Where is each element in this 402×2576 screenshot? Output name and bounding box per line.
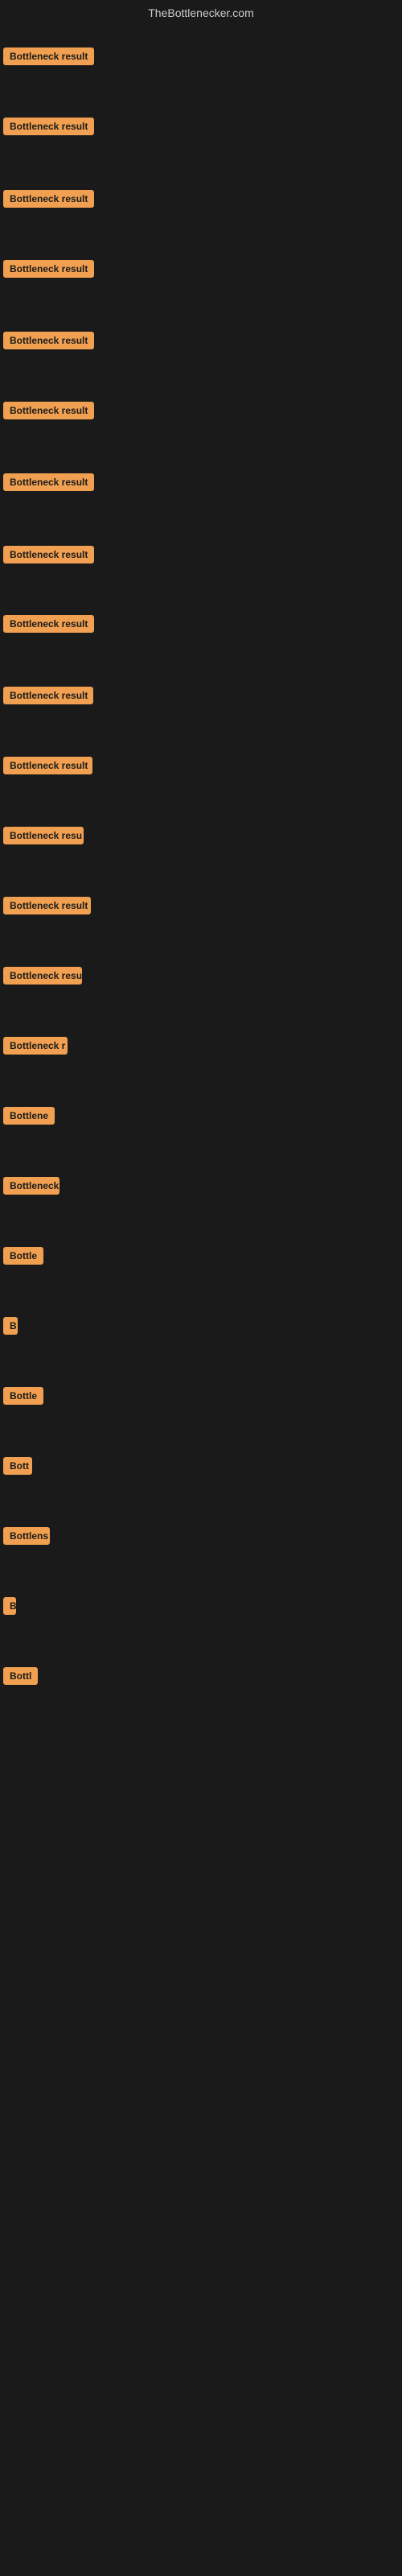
bottleneck-badge[interactable]: B	[3, 1597, 16, 1615]
bottleneck-result-row: Bott	[0, 1454, 35, 1482]
bottleneck-badge[interactable]: Bottleneck r	[3, 1037, 68, 1055]
bottleneck-badge[interactable]: Bottle	[3, 1387, 43, 1405]
bottleneck-result-row: B	[0, 1594, 19, 1622]
bottleneck-result-row: Bottleneck result	[0, 470, 97, 498]
bottleneck-result-row: Bottleneck resu	[0, 824, 87, 852]
bottleneck-badge[interactable]: Bottleneck result	[3, 332, 94, 349]
bottleneck-badge[interactable]: Bottleneck result	[3, 757, 92, 774]
bottleneck-badge[interactable]: Bottleneck result	[3, 687, 93, 704]
bottleneck-badge[interactable]: Bottleneck resu	[3, 827, 84, 844]
bottleneck-badge[interactable]: Bottleneck resu	[3, 967, 82, 985]
bottleneck-result-row: Bottle	[0, 1244, 47, 1272]
bottleneck-result-row: Bottleneck result	[0, 612, 97, 640]
bottleneck-badge[interactable]: Bottl	[3, 1667, 38, 1685]
bottleneck-result-row: Bottleneck result	[0, 753, 96, 782]
bottleneck-badge[interactable]: B	[3, 1317, 18, 1335]
bottleneck-result-row: Bottleneck result	[0, 257, 97, 285]
bottleneck-badge[interactable]: Bottleneck result	[3, 897, 91, 914]
bottleneck-result-row: Bottleneck result	[0, 114, 97, 142]
page-wrapper: TheBottlenecker.com Bottleneck resultBot…	[0, 0, 402, 2576]
bottleneck-result-row: B	[0, 1314, 21, 1342]
bottleneck-result-row: Bottleneck resu	[0, 964, 85, 992]
bottleneck-badge[interactable]: Bottleneck result	[3, 118, 94, 135]
bottleneck-badge[interactable]: Bottleneck result	[3, 546, 94, 564]
results-container: Bottleneck result Bottleneck result Bottle…	[0, 23, 402, 2566]
bottleneck-result-row: Bottleneck	[0, 1174, 63, 1202]
bottleneck-result-row: Bottleneck r	[0, 1034, 71, 1062]
bottleneck-result-row: Bottleneck result	[0, 44, 97, 72]
bottleneck-badge[interactable]: Bott	[3, 1457, 32, 1475]
bottleneck-badge[interactable]: Bottleneck result	[3, 615, 94, 633]
bottleneck-result-row: Bottle	[0, 1384, 47, 1412]
bottleneck-result-row: Bottleneck result	[0, 894, 94, 922]
bottleneck-result-row: Bottleneck result	[0, 683, 96, 712]
bottleneck-result-row: Bottleneck result	[0, 398, 97, 427]
site-title: TheBottlenecker.com	[0, 0, 402, 23]
bottleneck-result-row: Bottleneck result	[0, 187, 97, 215]
bottleneck-badge[interactable]: Bottlens	[3, 1527, 50, 1545]
bottleneck-result-row: Bottleneck result	[0, 328, 97, 357]
bottleneck-badge[interactable]: Bottlene	[3, 1107, 55, 1125]
bottleneck-badge[interactable]: Bottleneck result	[3, 47, 94, 65]
bottleneck-badge[interactable]: Bottleneck result	[3, 260, 94, 278]
bottleneck-result-row: Bottlene	[0, 1104, 58, 1132]
bottleneck-badge[interactable]: Bottleneck result	[3, 473, 94, 491]
bottleneck-badge[interactable]: Bottleneck result	[3, 190, 94, 208]
bottleneck-result-row: Bottl	[0, 1664, 41, 1692]
bottleneck-result-row: Bottlens	[0, 1524, 53, 1552]
bottleneck-badge[interactable]: Bottleneck	[3, 1177, 59, 1195]
bottleneck-badge[interactable]: Bottle	[3, 1247, 43, 1265]
bottleneck-badge[interactable]: Bottleneck result	[3, 402, 94, 419]
bottleneck-result-row: Bottleneck result	[0, 543, 97, 571]
